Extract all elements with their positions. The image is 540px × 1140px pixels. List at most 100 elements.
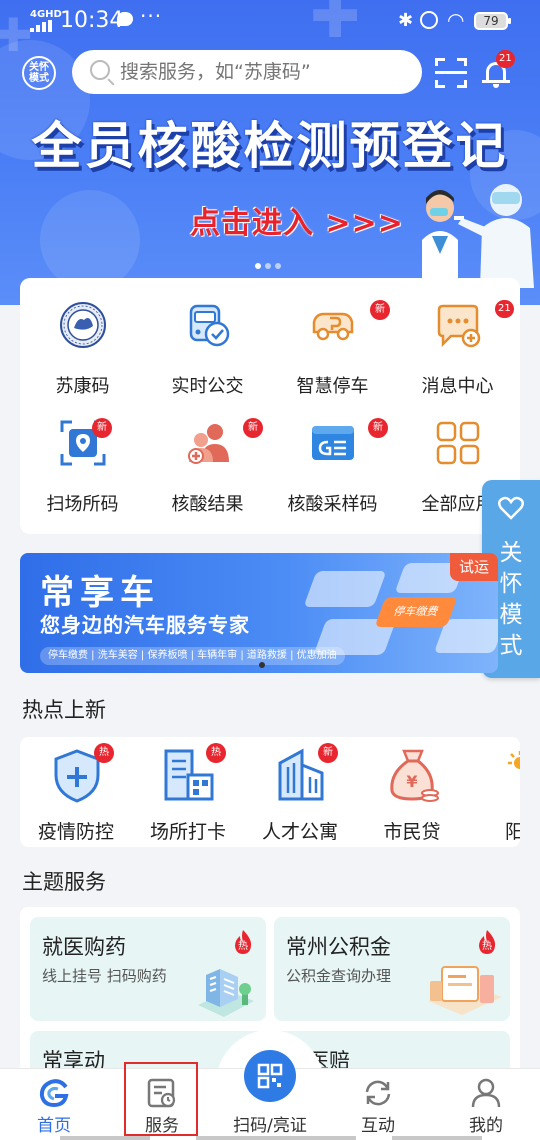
profile-icon bbox=[471, 1078, 501, 1108]
hot-item-epidemic-control[interactable]: 热 疫情防控 bbox=[20, 737, 132, 847]
home-logo-icon bbox=[39, 1079, 69, 1108]
banner-subtitle: 您身边的汽车服务专家 bbox=[40, 613, 250, 637]
theme-card-title: 就医购药 bbox=[42, 935, 126, 959]
service-label: 消息中心 bbox=[421, 376, 494, 397]
theme-card-provident-fund[interactable]: 常州公积金 公积金查询办理 热 bbox=[274, 917, 510, 1021]
virus-decoration bbox=[40, 190, 140, 290]
hot-item-citizen-loan[interactable]: ¥ 市民贷 bbox=[356, 737, 468, 847]
banner-tile bbox=[303, 571, 387, 607]
service-label: 核酸采样码 bbox=[287, 494, 378, 515]
heart-icon bbox=[498, 496, 524, 520]
doctor-illustration-icon bbox=[422, 184, 534, 288]
chat-notification-icon bbox=[117, 12, 133, 26]
section-title-hot: 热点上新 bbox=[22, 698, 106, 722]
hot-item-label: 人才公寓 bbox=[261, 821, 338, 843]
hot-item-talent-apartment[interactable]: 新 人才公寓 bbox=[244, 737, 356, 847]
highlight-box-service bbox=[124, 1062, 198, 1136]
hot-badge-text: 热 bbox=[238, 941, 248, 952]
refresh-interact-icon bbox=[365, 1080, 391, 1106]
hot-item-label: 阳光 bbox=[504, 821, 520, 843]
service-sampling-code[interactable]: 新 核酸采样码 bbox=[270, 396, 395, 515]
hot-item-place-checkin[interactable]: 热 场所打卡 bbox=[132, 737, 244, 847]
nav-profile[interactable]: 我的 bbox=[432, 1069, 540, 1140]
banner-title: 常享车 bbox=[40, 573, 160, 613]
signal-icon bbox=[30, 20, 52, 32]
qr-scan-icon bbox=[257, 1063, 283, 1089]
new-badge: 新 bbox=[92, 418, 112, 438]
hot-item-label: 疫情防控 bbox=[37, 821, 114, 843]
hot-item-label: 市民贷 bbox=[383, 821, 441, 843]
service-realtime-bus[interactable]: 实时公交 bbox=[145, 278, 270, 397]
bus-icon bbox=[189, 304, 230, 347]
test-result-icon bbox=[188, 424, 229, 464]
sukangma-seal-icon bbox=[60, 302, 106, 348]
hero-title: 全员核酸检测预登记 bbox=[31, 117, 509, 175]
hero-cta-link[interactable]: 点击进入 >>> bbox=[190, 198, 404, 242]
gesture-bar bbox=[196, 1136, 356, 1140]
hot-items-row: 热 疫情防控 热 场所打卡 新 人才公寓 ¥ 市民贷 阳 bbox=[20, 737, 520, 847]
care-mode-badge[interactable]: 关怀 模式 bbox=[22, 56, 56, 90]
hospital-illustration-icon bbox=[198, 969, 254, 1017]
theme-card-subtitle: 公积金查询办理 bbox=[286, 967, 392, 985]
bluetooth-icon: ✱ bbox=[398, 10, 414, 31]
hot-item-label: 场所打卡 bbox=[149, 821, 226, 843]
new-badge: 新 bbox=[318, 743, 338, 763]
service-label: 智慧停车 bbox=[296, 376, 369, 397]
sunshine-icon bbox=[508, 751, 520, 769]
notification-bell-icon[interactable]: 21 bbox=[482, 50, 515, 88]
wifi-icon: ◠ bbox=[447, 8, 465, 32]
service-label: 核酸结果 bbox=[171, 494, 244, 515]
service-label: 扫场所码 bbox=[46, 494, 119, 515]
theme-card-title: 常州公积金 bbox=[286, 935, 391, 959]
money-bag-icon: ¥ bbox=[390, 749, 439, 802]
banner-tags: 停车缴费 | 洗车美容 | 保养板喷 | 车辆年审 | 道路救援 | 优惠加油 bbox=[40, 647, 345, 665]
banner-try-label: 试运 bbox=[450, 553, 498, 581]
service-test-result[interactable]: 新 核酸结果 bbox=[145, 396, 270, 515]
parking-fee-tile: 停车缴费 bbox=[374, 597, 458, 627]
service-label: 实时公交 bbox=[171, 376, 244, 397]
car-service-banner[interactable]: 停车缴费 常享车 您身边的汽车服务专家 停车缴费 | 洗车美容 | 保养板喷 |… bbox=[20, 553, 498, 673]
service-grid: 苏康码 实时公交 新 智慧停车 21 消息中心 新 扫场所码 新 核酸结果 新 … bbox=[20, 278, 520, 534]
scan-icon[interactable] bbox=[435, 58, 467, 88]
carousel-indicator bbox=[255, 263, 285, 269]
new-badge: 新 bbox=[243, 418, 263, 438]
search-input[interactable] bbox=[120, 58, 410, 86]
battery-icon: 79 bbox=[474, 12, 511, 30]
alarm-icon bbox=[420, 11, 438, 29]
hot-item-sunshine[interactable]: 阳光 bbox=[468, 737, 520, 847]
nav-label: 互动 bbox=[361, 1116, 395, 1136]
message-icon bbox=[437, 304, 481, 348]
nav-label: 首页 bbox=[37, 1116, 71, 1136]
theme-card-medical[interactable]: 就医购药 线上挂号 扫码购药 热 bbox=[30, 917, 266, 1021]
service-message-center[interactable]: 21 消息中心 bbox=[395, 278, 520, 397]
new-badge: 新 bbox=[368, 418, 388, 438]
nav-interact[interactable]: 互动 bbox=[324, 1069, 432, 1140]
service-smart-parking[interactable]: 新 智慧停车 bbox=[270, 278, 395, 397]
theme-card-subtitle: 线上挂号 扫码购药 bbox=[42, 967, 167, 985]
clock: 10:34 bbox=[60, 8, 124, 33]
gesture-bar bbox=[60, 1136, 150, 1140]
section-title-theme: 主题服务 bbox=[22, 870, 106, 894]
hot-badge: 热 bbox=[94, 743, 114, 763]
svg-text:¥: ¥ bbox=[406, 772, 417, 791]
notification-count-badge: 21 bbox=[496, 50, 515, 68]
nav-home[interactable]: 首页 bbox=[0, 1069, 108, 1140]
status-bar: 4GHD 10:34 ··· ✱ ◠ 79 bbox=[0, 0, 540, 42]
sampling-code-icon bbox=[312, 426, 354, 460]
search-bar[interactable] bbox=[72, 50, 422, 94]
hot-badge-text: 热 bbox=[482, 941, 492, 952]
care-mode-label: 关怀模式 bbox=[499, 540, 523, 659]
service-sukangma[interactable]: 苏康码 bbox=[20, 278, 145, 397]
gesture-bar bbox=[392, 1136, 482, 1140]
parking-car-icon bbox=[312, 312, 354, 341]
more-notifications-icon: ··· bbox=[140, 4, 163, 28]
banner-indicator bbox=[259, 662, 265, 668]
hot-badge: 热 bbox=[206, 743, 226, 763]
all-apps-icon bbox=[436, 421, 480, 465]
nav-label: 扫码/亮证 bbox=[233, 1116, 307, 1136]
service-scan-place-code[interactable]: 新 扫场所码 bbox=[20, 396, 145, 515]
scan-qr-button[interactable] bbox=[244, 1050, 296, 1102]
fund-illustration-icon bbox=[428, 966, 502, 1015]
hero-banner[interactable]: ✚ ✚ 4GHD 10:34 ··· ✱ ◠ 79 关怀 模式 搜索服务，如“苏… bbox=[0, 0, 540, 305]
service-label: 苏康码 bbox=[55, 376, 110, 397]
